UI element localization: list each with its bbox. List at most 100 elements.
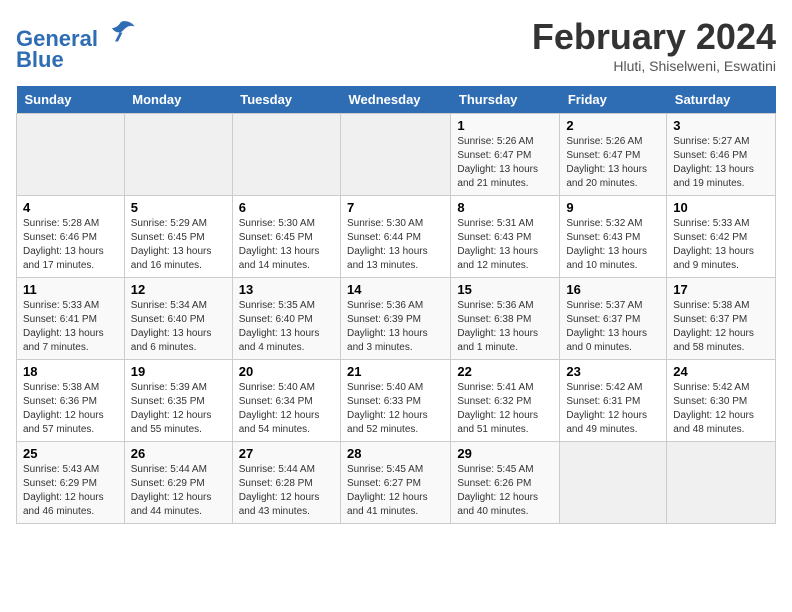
day-number: 8 (457, 200, 553, 215)
day-number: 2 (566, 118, 660, 133)
calendar-day-header: Tuesday (232, 86, 340, 114)
day-number: 10 (673, 200, 769, 215)
calendar-cell: 25 Sunrise: 5:43 AM Sunset: 6:29 PM Dayli… (17, 442, 125, 524)
calendar-cell: 16 Sunrise: 5:37 AM Sunset: 6:37 PM Dayli… (560, 278, 667, 360)
day-info: Sunrise: 5:36 AM Sunset: 6:38 PM Dayligh… (457, 299, 553, 355)
calendar-cell: 6 Sunrise: 5:30 AM Sunset: 6:45 PM Daylig… (232, 196, 340, 278)
calendar-cell: 4Sunrise: 5:28 AM Sunset: 6:46 PM Daylig… (17, 196, 125, 278)
day-info: Sunrise: 5:32 AM Sunset: 6:43 PM Dayligh… (566, 217, 660, 273)
day-number: 26 (131, 446, 226, 461)
day-number: 22 (457, 364, 553, 379)
day-info: Sunrise: 5:28 AM Sunset: 6:46 PM Dayligh… (23, 217, 118, 273)
logo: General Blue (16, 16, 136, 73)
day-number: 20 (239, 364, 334, 379)
calendar-cell: 23 Sunrise: 5:42 AM Sunset: 6:31 PM Dayli… (560, 360, 667, 442)
day-number: 7 (347, 200, 444, 215)
day-info: Sunrise: 5:40 AM Sunset: 6:33 PM Dayligh… (347, 381, 444, 437)
calendar-cell (341, 114, 451, 196)
calendar-cell (17, 114, 125, 196)
calendar-cell (667, 442, 776, 524)
calendar-cell: 13Sunrise: 5:35 AM Sunset: 6:40 PM Dayli… (232, 278, 340, 360)
calendar-cell: 12 Sunrise: 5:34 AM Sunset: 6:40 PM Dayli… (124, 278, 232, 360)
day-info: Sunrise: 5:38 AM Sunset: 6:37 PM Dayligh… (673, 299, 769, 355)
calendar-cell (124, 114, 232, 196)
calendar-cell: 18 Sunrise: 5:38 AM Sunset: 6:36 PM Dayli… (17, 360, 125, 442)
calendar-cell (232, 114, 340, 196)
day-info: Sunrise: 5:39 AM Sunset: 6:35 PM Dayligh… (131, 381, 226, 437)
day-number: 9 (566, 200, 660, 215)
calendar-cell: 21Sunrise: 5:40 AM Sunset: 6:33 PM Dayli… (341, 360, 451, 442)
calendar-week-row: 18 Sunrise: 5:38 AM Sunset: 6:36 PM Dayli… (17, 360, 776, 442)
day-number: 17 (673, 282, 769, 297)
day-info: Sunrise: 5:29 AM Sunset: 6:45 PM Dayligh… (131, 217, 226, 273)
calendar-week-row: 25 Sunrise: 5:43 AM Sunset: 6:29 PM Dayli… (17, 442, 776, 524)
day-number: 23 (566, 364, 660, 379)
day-number: 16 (566, 282, 660, 297)
day-info: Sunrise: 5:38 AM Sunset: 6:36 PM Dayligh… (23, 381, 118, 437)
logo-text: General (16, 16, 136, 51)
calendar-cell: 24 Sunrise: 5:42 AM Sunset: 6:30 PM Dayli… (667, 360, 776, 442)
calendar-cell: 22 Sunrise: 5:41 AM Sunset: 6:32 PM Dayli… (451, 360, 560, 442)
calendar-cell: 11 Sunrise: 5:33 AM Sunset: 6:41 PM Dayli… (17, 278, 125, 360)
day-info: Sunrise: 5:42 AM Sunset: 6:31 PM Dayligh… (566, 381, 660, 437)
calendar-day-header: Monday (124, 86, 232, 114)
calendar-day-header: Sunday (17, 86, 125, 114)
calendar-cell: 27Sunrise: 5:44 AM Sunset: 6:28 PM Dayli… (232, 442, 340, 524)
day-info: Sunrise: 5:34 AM Sunset: 6:40 PM Dayligh… (131, 299, 226, 355)
day-info: Sunrise: 5:45 AM Sunset: 6:27 PM Dayligh… (347, 463, 444, 519)
calendar-header-row: SundayMondayTuesdayWednesdayThursdayFrid… (17, 86, 776, 114)
calendar-day-header: Wednesday (341, 86, 451, 114)
day-info: Sunrise: 5:40 AM Sunset: 6:34 PM Dayligh… (239, 381, 334, 437)
calendar-cell: 9 Sunrise: 5:32 AM Sunset: 6:43 PM Daylig… (560, 196, 667, 278)
day-info: Sunrise: 5:41 AM Sunset: 6:32 PM Dayligh… (457, 381, 553, 437)
day-info: Sunrise: 5:43 AM Sunset: 6:29 PM Dayligh… (23, 463, 118, 519)
calendar-cell (560, 442, 667, 524)
day-info: Sunrise: 5:42 AM Sunset: 6:30 PM Dayligh… (673, 381, 769, 437)
calendar-week-row: 4Sunrise: 5:28 AM Sunset: 6:46 PM Daylig… (17, 196, 776, 278)
calendar-cell: 10 Sunrise: 5:33 AM Sunset: 6:42 PM Dayli… (667, 196, 776, 278)
day-info: Sunrise: 5:36 AM Sunset: 6:39 PM Dayligh… (347, 299, 444, 355)
day-info: Sunrise: 5:30 AM Sunset: 6:45 PM Dayligh… (239, 217, 334, 273)
day-info: Sunrise: 5:37 AM Sunset: 6:37 PM Dayligh… (566, 299, 660, 355)
calendar-cell: 17 Sunrise: 5:38 AM Sunset: 6:37 PM Dayli… (667, 278, 776, 360)
calendar-cell: 7 Sunrise: 5:30 AM Sunset: 6:44 PM Daylig… (341, 196, 451, 278)
day-info: Sunrise: 5:30 AM Sunset: 6:44 PM Dayligh… (347, 217, 444, 273)
day-number: 14 (347, 282, 444, 297)
day-number: 5 (131, 200, 226, 215)
calendar-cell: 2 Sunrise: 5:26 AM Sunset: 6:47 PM Daylig… (560, 114, 667, 196)
day-number: 3 (673, 118, 769, 133)
calendar-day-header: Friday (560, 86, 667, 114)
calendar-cell: 19Sunrise: 5:39 AM Sunset: 6:35 PM Dayli… (124, 360, 232, 442)
day-number: 25 (23, 446, 118, 461)
calendar-cell: 8 Sunrise: 5:31 AM Sunset: 6:43 PM Daylig… (451, 196, 560, 278)
day-number: 15 (457, 282, 553, 297)
day-info: Sunrise: 5:33 AM Sunset: 6:42 PM Dayligh… (673, 217, 769, 273)
day-info: Sunrise: 5:33 AM Sunset: 6:41 PM Dayligh… (23, 299, 118, 355)
day-number: 1 (457, 118, 553, 133)
day-info: Sunrise: 5:31 AM Sunset: 6:43 PM Dayligh… (457, 217, 553, 273)
day-info: Sunrise: 5:26 AM Sunset: 6:47 PM Dayligh… (566, 135, 660, 191)
calendar-cell: 29Sunrise: 5:45 AM Sunset: 6:26 PM Dayli… (451, 442, 560, 524)
calendar-cell: 5 Sunrise: 5:29 AM Sunset: 6:45 PM Daylig… (124, 196, 232, 278)
calendar-day-header: Saturday (667, 86, 776, 114)
calendar-cell: 3Sunrise: 5:27 AM Sunset: 6:46 PM Daylig… (667, 114, 776, 196)
day-number: 11 (23, 282, 118, 297)
title-area: February 2024 Hluti, Shiselweni, Eswatin… (532, 16, 776, 74)
calendar-cell: 14 Sunrise: 5:36 AM Sunset: 6:39 PM Dayli… (341, 278, 451, 360)
day-number: 12 (131, 282, 226, 297)
calendar-cell: 1 Sunrise: 5:26 AM Sunset: 6:47 PM Daylig… (451, 114, 560, 196)
day-number: 24 (673, 364, 769, 379)
calendar-week-row: 11 Sunrise: 5:33 AM Sunset: 6:41 PM Dayli… (17, 278, 776, 360)
calendar-cell: 28Sunrise: 5:45 AM Sunset: 6:27 PM Dayli… (341, 442, 451, 524)
day-info: Sunrise: 5:35 AM Sunset: 6:40 PM Dayligh… (239, 299, 334, 355)
calendar-cell: 15 Sunrise: 5:36 AM Sunset: 6:38 PM Dayli… (451, 278, 560, 360)
day-info: Sunrise: 5:45 AM Sunset: 6:26 PM Dayligh… (457, 463, 553, 519)
day-number: 6 (239, 200, 334, 215)
day-number: 18 (23, 364, 118, 379)
calendar-day-header: Thursday (451, 86, 560, 114)
month-title: February 2024 (532, 16, 776, 58)
calendar-week-row: 1 Sunrise: 5:26 AM Sunset: 6:47 PM Daylig… (17, 114, 776, 196)
day-info: Sunrise: 5:26 AM Sunset: 6:47 PM Dayligh… (457, 135, 553, 191)
day-info: Sunrise: 5:44 AM Sunset: 6:29 PM Dayligh… (131, 463, 226, 519)
logo-bird-icon (106, 16, 136, 46)
